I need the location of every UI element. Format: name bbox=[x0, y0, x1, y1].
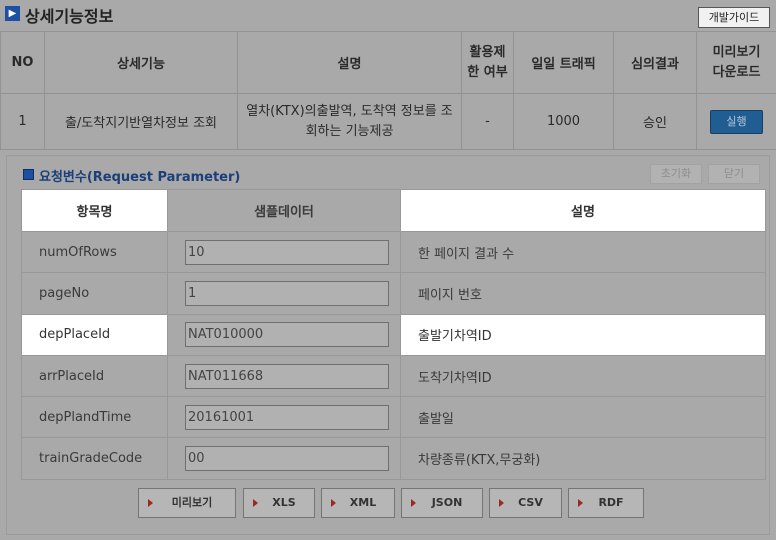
table-row: pageNo 1 페이지 번호 bbox=[21, 272, 766, 315]
close-button[interactable]: 닫기 bbox=[708, 164, 760, 184]
sample-input[interactable]: NAT011668 bbox=[185, 363, 389, 389]
dev-guide-button[interactable]: 개발가이드 bbox=[698, 7, 770, 28]
col-param-description: 설명 bbox=[400, 189, 766, 232]
param-name: numOfRows bbox=[21, 230, 168, 274]
sample-input[interactable]: 1 bbox=[185, 280, 389, 306]
cell-action: 실행 bbox=[696, 93, 776, 150]
sample-input[interactable]: 00 bbox=[185, 446, 389, 472]
title-bar: ▶ 상세기능정보 개발가이드 bbox=[0, 0, 776, 30]
param-name: depPlandTime bbox=[21, 396, 168, 439]
param-desc: 출발기차역ID bbox=[400, 313, 766, 356]
cell-description: 열차(KTX)의출발역, 도착역 정보를 조회하는 기능제공 bbox=[237, 93, 462, 150]
parameter-table-header: 항목명 샘플데이터 설명 bbox=[21, 189, 766, 232]
param-name: trainGradeCode bbox=[21, 437, 168, 480]
request-parameter-panel: 요청변수(Request Parameter) 초기화 닫기 항목명 샘플데이터… bbox=[6, 155, 770, 535]
table-row: 1 출/도착지기반열차정보 조회 열차(KTX)의출발역, 도착역 정보를 조회… bbox=[0, 93, 776, 150]
param-desc: 한 페이지 결과 수 bbox=[400, 230, 766, 274]
preview-button[interactable]: 미리보기 bbox=[138, 488, 236, 518]
reset-button[interactable]: 초기화 bbox=[650, 164, 702, 184]
table-row: arrPlaceId NAT011668 도착기차역ID bbox=[21, 354, 766, 398]
sample-input[interactable]: NAT010000 bbox=[185, 322, 389, 348]
param-desc: 도착기차역ID bbox=[400, 354, 766, 398]
col-restriction: 활용제 한 여부 bbox=[461, 31, 514, 94]
function-table-header: NO 상세기능 설명 활용제 한 여부 일일 트래픽 심의결과 미리보기 다운로… bbox=[0, 31, 776, 94]
param-name: arrPlaceId bbox=[21, 354, 168, 398]
col-preview: 미리보기 다운로드 bbox=[696, 31, 776, 94]
col-function: 상세기능 bbox=[44, 31, 238, 94]
col-item-name: 항목명 bbox=[21, 189, 168, 232]
rdf-button[interactable]: RDF bbox=[568, 488, 644, 518]
cell-traffic: 1000 bbox=[513, 93, 614, 150]
parameter-table: 항목명 샘플데이터 설명 numOfRows 10 한 페이지 결과 수 pag… bbox=[21, 189, 766, 480]
param-desc: 차량종류(KTX,무궁화) bbox=[400, 437, 766, 480]
square-bullet-icon bbox=[23, 169, 34, 180]
table-row: numOfRows 10 한 페이지 결과 수 bbox=[21, 230, 766, 274]
table-row: depPlaceId NAT010000 출발기차역ID bbox=[21, 313, 766, 356]
chevron-right-icon: ▶ bbox=[5, 6, 20, 21]
col-review: 심의결과 bbox=[613, 31, 697, 94]
cell-no: 1 bbox=[0, 93, 45, 150]
param-name: depPlaceId bbox=[21, 313, 168, 356]
param-name: pageNo bbox=[21, 272, 168, 315]
col-no: NO bbox=[0, 31, 45, 94]
page-title: 상세기능정보 bbox=[25, 7, 114, 26]
cell-function-name: 출/도착지기반열차정보 조회 bbox=[44, 93, 238, 150]
col-sample-data: 샘플데이터 bbox=[167, 189, 401, 232]
xml-button[interactable]: XML bbox=[321, 488, 395, 518]
sample-input[interactable]: 20161001 bbox=[185, 404, 389, 430]
sample-input[interactable]: 10 bbox=[185, 239, 389, 265]
request-title: 요청변수(Request Parameter) bbox=[39, 170, 241, 185]
json-button[interactable]: JSON bbox=[401, 488, 483, 518]
param-desc: 페이지 번호 bbox=[400, 272, 766, 315]
xls-button[interactable]: XLS bbox=[243, 488, 315, 518]
table-row: depPlandTime 20161001 출발일 bbox=[21, 396, 766, 439]
csv-button[interactable]: CSV bbox=[489, 488, 562, 518]
function-table: NO 상세기능 설명 활용제 한 여부 일일 트래픽 심의결과 미리보기 다운로… bbox=[0, 31, 776, 150]
col-traffic: 일일 트래픽 bbox=[513, 31, 614, 94]
param-desc: 출발일 bbox=[400, 396, 766, 439]
col-description: 설명 bbox=[237, 31, 462, 94]
run-button[interactable]: 실행 bbox=[710, 109, 763, 134]
cell-review: 승인 bbox=[613, 93, 697, 150]
cell-restriction: - bbox=[461, 93, 514, 150]
table-row: trainGradeCode 00 차량종류(KTX,무궁화) bbox=[21, 437, 766, 480]
